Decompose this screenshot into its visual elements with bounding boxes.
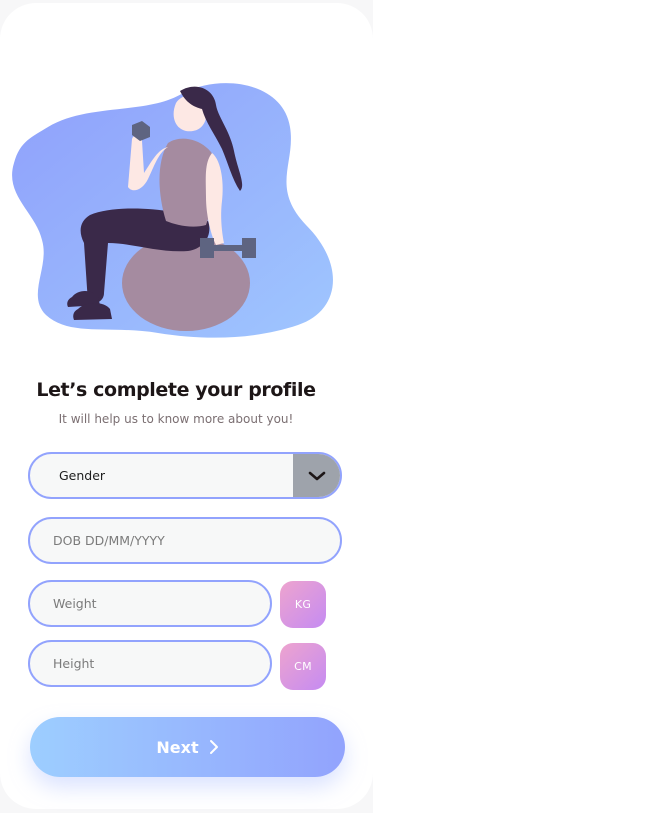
dob-input[interactable]: DOB DD/MM/YYYY <box>28 517 342 564</box>
app-screen: Let’s complete your profile It will help… <box>0 0 373 813</box>
gender-dropdown-button[interactable] <box>293 454 340 497</box>
height-placeholder: Height <box>53 656 95 671</box>
gender-select[interactable]: Gender <box>28 452 342 499</box>
gender-label: Gender <box>59 468 106 483</box>
height-input[interactable]: Height <box>28 640 272 687</box>
dumbbell-right-plate-2 <box>242 238 256 258</box>
workout-illustration <box>12 83 333 338</box>
profile-card: Let’s complete your profile It will help… <box>0 3 373 809</box>
next-button[interactable]: Next <box>30 717 345 777</box>
weight-input[interactable]: Weight <box>28 580 272 627</box>
weight-unit-badge[interactable]: KG <box>280 581 326 628</box>
dumbbell-right-plate-1 <box>200 238 214 258</box>
weight-placeholder: Weight <box>53 596 97 611</box>
page-title: Let’s complete your profile <box>36 379 316 401</box>
height-unit-badge[interactable]: CM <box>280 643 326 690</box>
chevron-right-icon <box>209 739 219 755</box>
next-button-label: Next <box>156 737 199 757</box>
dob-placeholder: DOB DD/MM/YYYY <box>53 533 165 548</box>
page-subtitle: It will help us to know more about you! <box>58 412 294 426</box>
chevron-down-icon <box>308 471 325 480</box>
